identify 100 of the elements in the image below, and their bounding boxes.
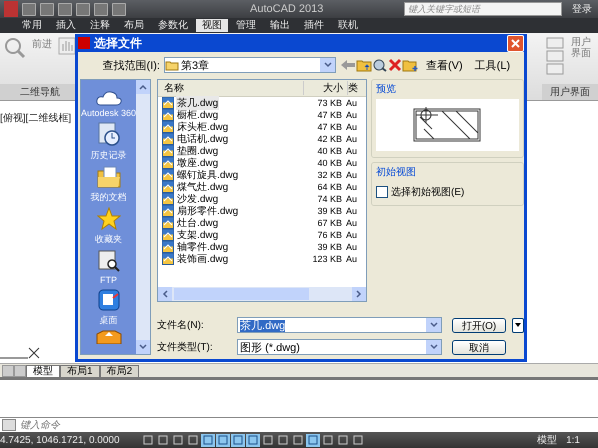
file-type: Au [346, 122, 358, 132]
file-type: Au [346, 230, 358, 240]
status-toggle[interactable] [141, 434, 155, 446]
file-type: Au [346, 182, 358, 192]
ribbon-tab[interactable]: 输出 [264, 19, 296, 32]
file-type: Au [346, 146, 358, 156]
quick-access-icon[interactable] [94, 2, 108, 16]
layout-tab[interactable]: 模型 [26, 365, 60, 377]
scrollbar[interactable] [158, 287, 366, 301]
drawing-file-icon [162, 229, 174, 241]
status-toggle[interactable] [336, 434, 350, 446]
delete-icon[interactable] [388, 58, 402, 72]
quick-access-icon[interactable] [112, 2, 126, 16]
back-arrow-icon[interactable] [340, 58, 356, 72]
status-toggle[interactable] [306, 434, 320, 446]
view-menu[interactable]: 查看(V) [422, 58, 467, 72]
tools-menu[interactable]: 工具(L) [470, 58, 514, 72]
status-toggle[interactable] [171, 434, 185, 446]
quick-access-icon[interactable] [22, 2, 36, 16]
status-toggle[interactable] [201, 434, 215, 446]
ribbon-tab[interactable]: 视图 [196, 19, 228, 32]
status-toggle[interactable] [156, 434, 170, 446]
cancel-button[interactable]: 取消 [452, 340, 506, 354]
column-header[interactable]: 类 [347, 81, 366, 95]
status-toggle[interactable] [321, 434, 335, 446]
status-toggle[interactable] [231, 434, 245, 446]
ribbon-tab[interactable]: 布局 [118, 19, 150, 32]
file-size: 76 KB [316, 230, 344, 240]
status-toggle[interactable] [186, 434, 200, 446]
column-header[interactable]: 大小 [302, 81, 348, 95]
close-button[interactable] [507, 34, 524, 52]
file-name[interactable]: 灶台.dwg [176, 216, 220, 230]
file-name[interactable]: 电话机.dwg [176, 132, 230, 146]
file-name[interactable]: 煤气灶.dwg [176, 180, 230, 194]
search-web-icon[interactable] [372, 58, 388, 72]
app-logo-icon [78, 37, 90, 49]
ribbon-tab[interactable]: 管理 [230, 19, 262, 32]
scroll-right-icon[interactable] [356, 290, 362, 298]
command-field[interactable]: 键入命令 [20, 420, 220, 430]
file-size: 39 KB [316, 206, 344, 216]
status-toggle[interactable] [276, 434, 290, 446]
search-field[interactable]: 键入关键字或短语 [404, 2, 562, 16]
column-header[interactable]: 名称 [158, 81, 303, 95]
file-name[interactable]: 螺钉旋具.dwg [176, 168, 240, 182]
annotation-scale[interactable]: 1:1 [560, 434, 598, 446]
file-name[interactable]: 垫圈.dwg [176, 144, 220, 158]
file-name[interactable]: 床头柜.dwg [176, 120, 230, 134]
scrollbar[interactable] [136, 80, 150, 354]
file-type-dropdown[interactable]: 图形 (*.dwg) [237, 339, 442, 355]
zoom-icon[interactable] [4, 37, 26, 59]
checkbox-label[interactable]: 选择初始视图(E) [391, 185, 464, 199]
model-button[interactable]: 模型 [535, 433, 560, 447]
file-name[interactable]: 轴零件.dwg [176, 240, 230, 254]
close-icon[interactable] [511, 38, 520, 48]
file-name[interactable]: 装饰画.dwg [176, 252, 230, 266]
file-name[interactable]: 橱柜.dwg [176, 108, 220, 122]
caret-icon[interactable] [515, 323, 522, 327]
status-toggle[interactable] [246, 434, 260, 446]
viewport-label[interactable]: [俯视][二维线框] [0, 111, 72, 125]
scroll-left-icon[interactable] [162, 290, 168, 298]
new-folder-icon[interactable] [402, 58, 418, 72]
status-toggle[interactable] [216, 434, 230, 446]
checkbox[interactable] [376, 186, 388, 198]
ribbon-tab[interactable]: 参数化 [152, 19, 194, 32]
file-name-field[interactable]: 茶几.dwg [237, 317, 442, 333]
folder-up-icon[interactable] [356, 58, 372, 72]
layout-tab[interactable]: 布局1 [60, 365, 100, 377]
drawing-file-icon [162, 181, 174, 193]
status-toggle[interactable] [291, 434, 305, 446]
file-name[interactable]: 墩座.dwg [176, 156, 220, 170]
login-link[interactable]: 登录 [572, 2, 592, 16]
window-title: AutoCAD 2013 [250, 3, 324, 15]
file-name[interactable]: 茶几.dwg [176, 96, 220, 110]
documents-folder-icon [96, 165, 122, 189]
open-options-button[interactable] [512, 318, 524, 332]
user-interface-button[interactable]: 用户界面 [570, 37, 592, 59]
open-button[interactable]: 打开(O) [452, 318, 506, 332]
ribbon-tab[interactable]: 插件 [298, 19, 330, 32]
status-toggle[interactable] [261, 434, 275, 446]
ribbon-tab[interactable]: 联机 [332, 19, 364, 32]
forward-button[interactable]: 前进 [32, 37, 52, 51]
scroll-down-icon[interactable] [139, 344, 148, 350]
quick-access-icon[interactable] [58, 2, 72, 16]
file-size: 67 KB [316, 218, 344, 228]
command-icon[interactable] [2, 419, 16, 431]
ribbon-tab[interactable]: 注释 [84, 19, 116, 32]
file-name[interactable]: 支架.dwg [176, 228, 220, 242]
scroll-up-icon[interactable] [139, 84, 148, 90]
layout-tab[interactable]: 布局2 [100, 365, 140, 377]
quick-access-icon[interactable] [76, 2, 90, 16]
look-in-dropdown[interactable]: 第3章 [164, 57, 336, 73]
file-type: Au [346, 134, 358, 144]
file-name[interactable]: 扇形零件.dwg [176, 204, 240, 218]
ribbon-tab[interactable]: 插入 [50, 19, 82, 32]
ribbon-tab[interactable]: 常用 [16, 19, 48, 32]
folder-icon [94, 330, 123, 344]
status-toggle[interactable] [351, 434, 365, 446]
window-layout-icon[interactable] [546, 37, 564, 77]
quick-access-icon[interactable] [40, 2, 54, 16]
file-name[interactable]: 沙发.dwg [176, 192, 220, 206]
